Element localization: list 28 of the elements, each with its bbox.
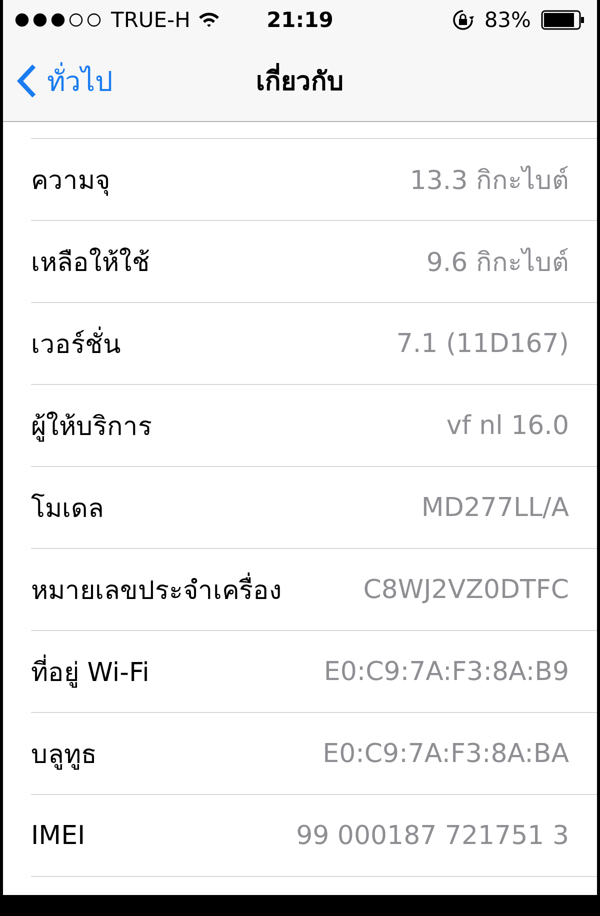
clock-time: 21:19 <box>266 8 334 32</box>
row-value: vf nl 16.0 <box>446 410 569 440</box>
row-label: ผู้ให้บริการ <box>31 410 152 444</box>
row-label: หมายเลขประจำเครื่อง <box>31 569 282 610</box>
row-label: ที่อยู่ Wi-Fi <box>31 651 150 692</box>
row-label: IMEI <box>31 820 86 850</box>
battery-percent: 83% <box>484 8 531 32</box>
rotation-lock-icon <box>452 9 474 31</box>
battery-icon <box>541 10 585 30</box>
row-label: เหลือให้ใช้ <box>31 246 150 280</box>
signal-icon <box>15 13 103 27</box>
row-value: MD277LL/A <box>421 492 569 522</box>
row-value: E0:C9:7A:F3:8A:B9 <box>324 656 569 686</box>
row-label: เวอร์ชั่น <box>31 323 121 364</box>
row-value: 13.3 กิกะไบต์ <box>410 164 569 198</box>
row-label: โมเดล <box>31 492 104 526</box>
carrier-name: TRUE-H <box>111 8 190 32</box>
row-value: 7.1 (11D167) <box>396 328 569 358</box>
row-value: C8WJ2VZ0DTFC <box>363 574 569 604</box>
chevron-icon <box>15 62 37 98</box>
page-title: เกี่ยวกับ <box>256 60 344 101</box>
row-value: 99 000187 721751 3 <box>296 820 569 850</box>
back-button[interactable]: ทั่วไป <box>15 58 113 102</box>
row-value: 9.6 กิกะไบต์ <box>426 246 569 280</box>
row-value: E0:C9:7A:F3:8A:BA <box>322 738 569 768</box>
wifi-icon <box>198 12 220 28</box>
row-label: บลูทูธ <box>31 739 97 772</box>
row-label: ความจุ <box>31 165 110 198</box>
